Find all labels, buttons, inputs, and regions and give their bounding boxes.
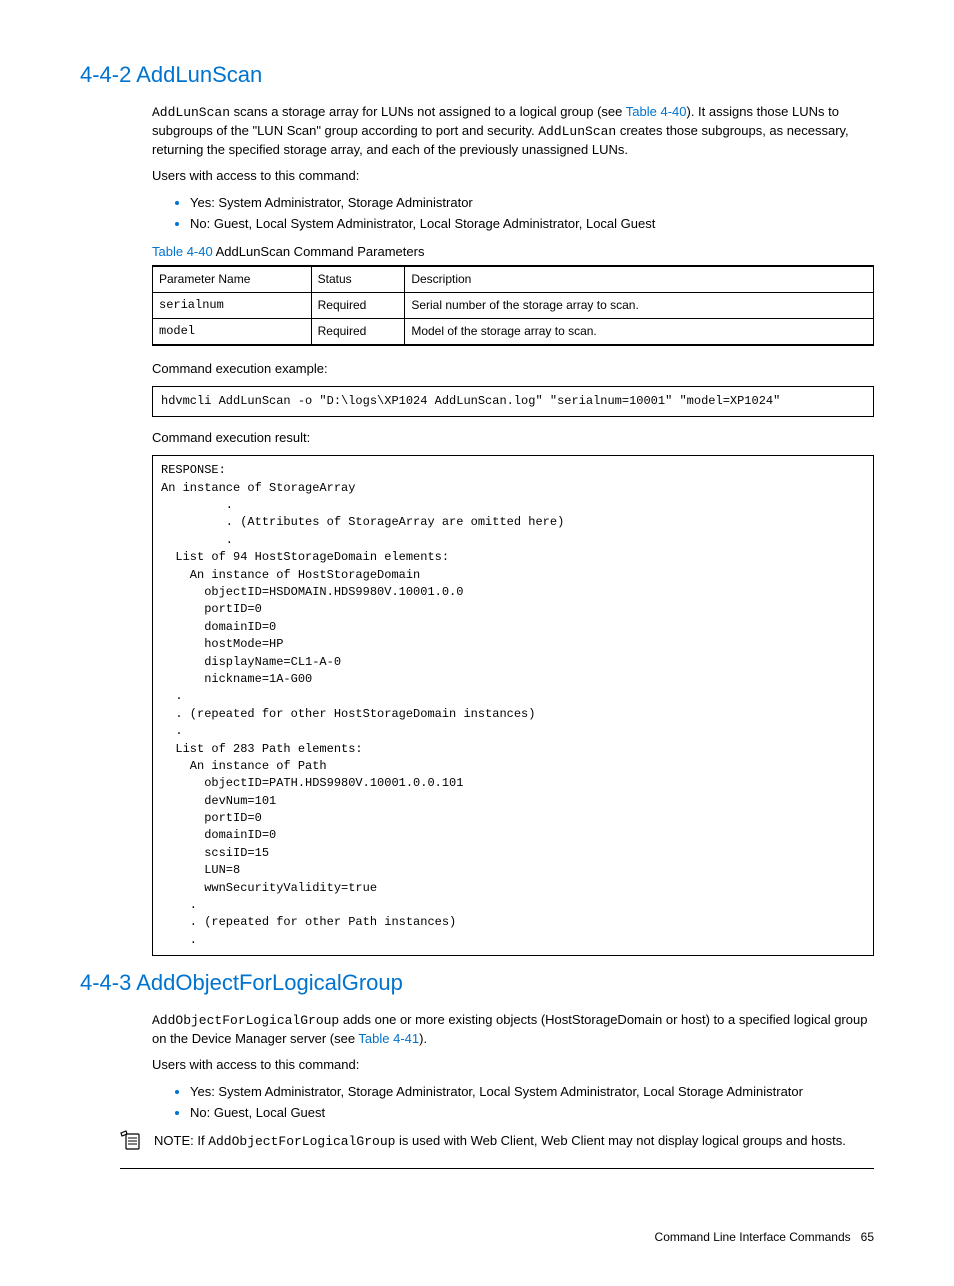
text: ).: [419, 1031, 427, 1046]
footer-text: Command Line Interface Commands: [655, 1230, 851, 1244]
code-result: RESPONSE: An instance of StorageArray . …: [152, 455, 874, 956]
page-number: 65: [861, 1230, 874, 1244]
param-name: serialnum: [153, 292, 312, 318]
text: scans a storage array for LUNs not assig…: [230, 104, 626, 119]
list-item: Yes: System Administrator, Storage Admin…: [190, 194, 874, 212]
section1-body: AddLunScan scans a storage array for LUN…: [152, 103, 874, 956]
access-list: Yes: System Administrator, Storage Admin…: [170, 194, 874, 233]
inline-code: AddObjectForLogicalGroup: [152, 1013, 339, 1028]
param-desc: Serial number of the storage array to sc…: [405, 292, 874, 318]
note-text: NOTE: If AddObjectForLogicalGroup is use…: [154, 1132, 874, 1151]
param-desc: Model of the storage array to scan.: [405, 318, 874, 344]
section-heading-addlunscan: 4-4-2 AddLunScan: [80, 60, 874, 91]
col-header: Parameter Name: [153, 266, 312, 292]
note-label: NOTE:: [154, 1133, 197, 1148]
col-header: Status: [311, 266, 405, 292]
param-status: Required: [311, 292, 405, 318]
param-name: model: [153, 318, 312, 344]
list-item: No: Guest, Local System Administrator, L…: [190, 215, 874, 233]
params-table: Parameter Name Status Description serial…: [152, 265, 874, 345]
inline-code: AddObjectForLogicalGroup: [208, 1134, 395, 1149]
exec-result-label: Command execution result:: [152, 429, 874, 447]
inline-code: AddLunScan: [152, 105, 230, 120]
list-item: No: Guest, Local Guest: [190, 1104, 874, 1122]
section-heading-addobjectforlogicalgroup: 4-4-3 AddObjectForLogicalGroup: [80, 968, 874, 999]
table-row: model Required Model of the storage arra…: [153, 318, 874, 344]
table-caption-text: AddLunScan Command Parameters: [213, 244, 425, 259]
table-row: serialnum Required Serial number of the …: [153, 292, 874, 318]
exec-example-label: Command execution example:: [152, 360, 874, 378]
col-header: Description: [405, 266, 874, 292]
list-item: Yes: System Administrator, Storage Admin…: [190, 1083, 874, 1101]
note-icon: [120, 1130, 144, 1160]
code-example: hdvmcli AddLunScan -o "D:\logs\XP1024 Ad…: [152, 386, 874, 417]
text: is used with Web Client, Web Client may …: [395, 1133, 845, 1148]
access-intro: Users with access to this command:: [152, 1056, 874, 1074]
table-ref-link[interactable]: Table 4-40: [626, 104, 687, 119]
access-list: Yes: System Administrator, Storage Admin…: [170, 1083, 874, 1122]
access-intro: Users with access to this command:: [152, 167, 874, 185]
inline-code: AddLunScan: [538, 124, 616, 139]
table-caption-link[interactable]: Table 4-40: [152, 244, 213, 259]
section1-para1: AddLunScan scans a storage array for LUN…: [152, 103, 874, 160]
text: If: [197, 1133, 208, 1148]
table-caption: Table 4-40 AddLunScan Command Parameters: [152, 243, 874, 261]
table-ref-link[interactable]: Table 4-41: [358, 1031, 419, 1046]
param-status: Required: [311, 318, 405, 344]
page-footer: Command Line Interface Commands 65: [80, 1229, 874, 1246]
note-block: NOTE: If AddObjectForLogicalGroup is use…: [120, 1132, 874, 1169]
section2-para1: AddObjectForLogicalGroup adds one or mor…: [152, 1011, 874, 1048]
section2-body: AddObjectForLogicalGroup adds one or mor…: [152, 1011, 874, 1122]
